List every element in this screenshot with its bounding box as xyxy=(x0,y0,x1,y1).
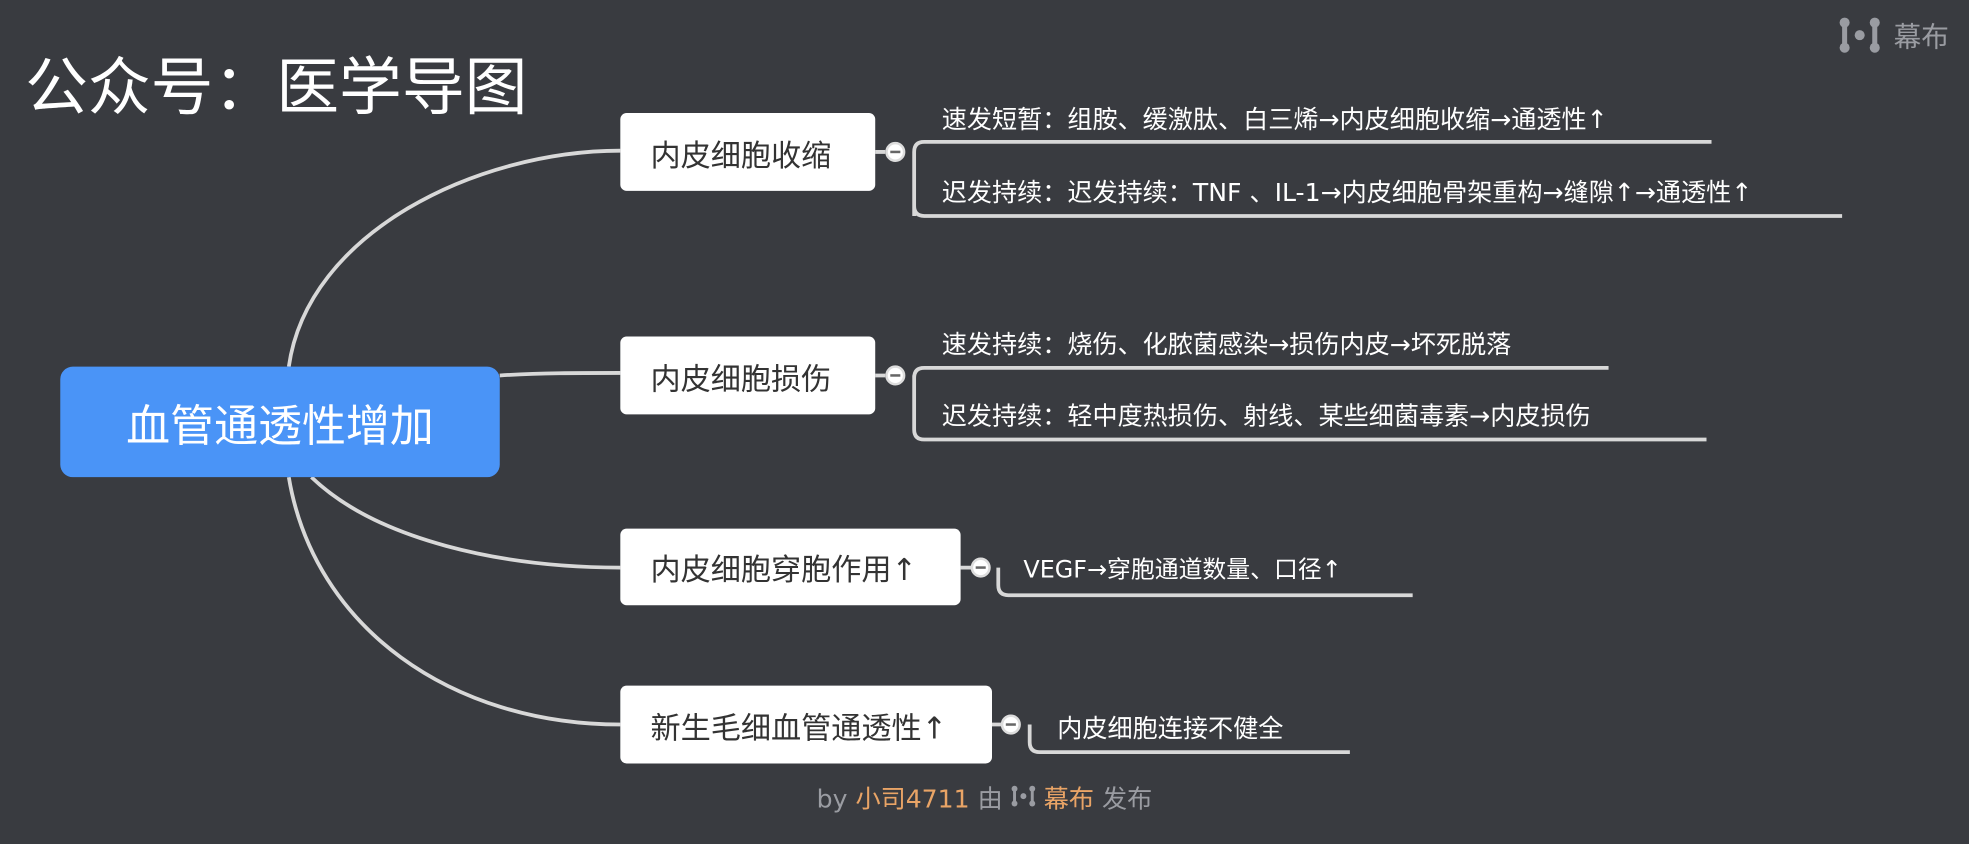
minus-icon xyxy=(890,150,901,154)
branch-node-3[interactable]: 内皮细胞穿胞作用↑ xyxy=(620,528,961,606)
footer-author[interactable]: 小司4711 xyxy=(855,784,969,814)
leaf-node[interactable]: 速发持续：烧伤、化脓菌感染→损伤内皮→坏死脱落 xyxy=(942,324,1511,360)
minus-icon xyxy=(890,374,901,377)
footer-credit: by 小司4711 由 幕布 发布 xyxy=(0,779,1969,815)
brand-logo: 幕布 xyxy=(1838,15,1949,55)
leaf-node[interactable]: 迟发持续：轻中度热损伤、射线、某些细菌毒素→内皮损伤 xyxy=(942,396,1591,432)
mubu-logo-icon xyxy=(1011,785,1036,807)
collapse-toggle-4[interactable] xyxy=(1000,714,1021,735)
leaf-node[interactable]: 迟发持续：迟发持续：TNF 、IL-1→内皮细胞骨架重构→缝隙↑→通透性↑ xyxy=(942,172,1753,208)
branch-node-2[interactable]: 内皮细胞损伤 xyxy=(620,336,876,415)
connector-branch-1 xyxy=(286,148,621,367)
footer-via: 由 xyxy=(977,783,1003,814)
minus-icon xyxy=(975,566,986,569)
mindmap-canvas: 公众号：医学导图 幕布 血管通透性增加 内皮细胞收缩 内皮细胞损伤 内皮细胞穿胞… xyxy=(0,0,1969,844)
branch-node-1[interactable]: 内皮细胞收缩 xyxy=(620,113,876,191)
collapse-toggle-2[interactable] xyxy=(885,365,906,386)
collapse-toggle-1[interactable] xyxy=(885,141,906,162)
branch-node-4[interactable]: 新生毛细血管通透性↑ xyxy=(620,685,993,764)
root-node[interactable]: 血管通透性增加 xyxy=(60,366,500,478)
brand-name: 幕布 xyxy=(1893,22,1949,54)
leaf-node[interactable]: 内皮细胞连接不健全 xyxy=(1057,708,1283,744)
connector-branch-2 xyxy=(499,371,621,378)
leaf-node[interactable]: VEGF→穿胞通道数量、口径↑ xyxy=(1023,551,1341,585)
mubu-logo-icon xyxy=(1839,17,1880,53)
connector-branch-4 xyxy=(286,476,621,727)
connector-branch-3 xyxy=(310,475,621,570)
footer-publish: 发布 xyxy=(1102,783,1153,814)
collapse-toggle-3[interactable] xyxy=(970,557,991,578)
watermark-title: 公众号：医学导图 xyxy=(25,51,528,125)
footer-brand[interactable]: 幕布 xyxy=(1044,784,1094,814)
footer-by: by xyxy=(816,783,848,814)
minus-icon xyxy=(1005,723,1016,726)
leaf-node[interactable]: 速发短暂：组胺、缓激肽、白三烯→内皮细胞收缩→通透性↑ xyxy=(942,99,1608,135)
